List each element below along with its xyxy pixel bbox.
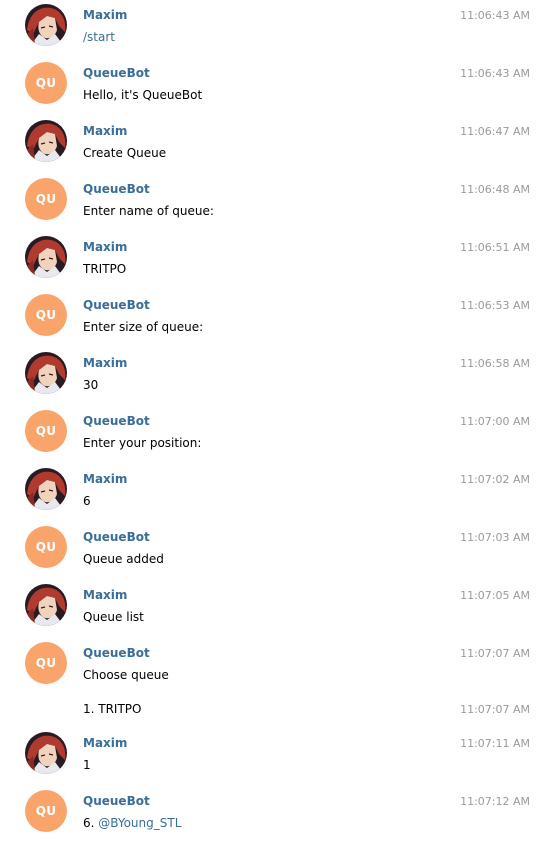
user-avatar[interactable]: [25, 584, 67, 626]
sender-name[interactable]: QueueBot: [83, 414, 150, 428]
message-text: Hello, it's QueueBot: [83, 88, 203, 102]
timestamp: 11:07:05 AM: [460, 589, 530, 602]
message-text: Choose queue: [83, 668, 169, 682]
bot-avatar[interactable]: QU: [25, 642, 67, 684]
message-text[interactable]: /start: [83, 30, 115, 44]
timestamp: 11:07:02 AM: [460, 473, 530, 486]
anime-avatar-icon: [25, 352, 67, 394]
timestamp: 11:06:51 AM: [460, 241, 530, 254]
sender-name[interactable]: Maxim: [83, 588, 127, 602]
bot-initials: QU: [35, 804, 57, 818]
sender-name[interactable]: QueueBot: [83, 298, 150, 312]
sender-name[interactable]: Maxim: [83, 8, 127, 22]
bot-avatar[interactable]: QU: [25, 178, 67, 220]
timestamp: 11:06:43 AM: [460, 67, 530, 80]
message-text: Enter size of queue:: [83, 320, 204, 334]
timestamp: 11:07:07 AM: [460, 647, 530, 660]
message-text: Create Queue: [83, 146, 167, 160]
timestamp: 11:06:58 AM: [460, 357, 530, 370]
username-mention-link[interactable]: @BYoung_STL: [98, 816, 181, 830]
sender-name[interactable]: Maxim: [83, 736, 127, 750]
bot-initials: QU: [35, 424, 57, 438]
bot-avatar[interactable]: QU: [25, 294, 67, 336]
user-avatar[interactable]: [25, 352, 67, 394]
timestamp: 11:07:07 AM: [460, 703, 530, 716]
bot-initials: QU: [35, 192, 57, 206]
message-text: 1. TRITPO: [83, 702, 142, 716]
user-avatar[interactable]: [25, 4, 67, 46]
message-text: 6. @BYoung_STL: [83, 816, 181, 830]
timestamp: 11:07:03 AM: [460, 531, 530, 544]
sender-name[interactable]: QueueBot: [83, 646, 150, 660]
bot-avatar[interactable]: QU: [25, 410, 67, 452]
anime-avatar-icon: [25, 584, 67, 626]
timestamp: 11:06:48 AM: [460, 183, 530, 196]
bot-avatar[interactable]: QU: [25, 526, 67, 568]
bot-initials: QU: [35, 656, 57, 670]
message-text: Enter your position:: [83, 436, 202, 450]
anime-avatar-icon: [25, 120, 67, 162]
message-text: Queue list: [83, 610, 144, 624]
timestamp: 11:07:12 AM: [460, 795, 530, 808]
sender-name[interactable]: Maxim: [83, 472, 127, 486]
bot-avatar[interactable]: QU: [25, 790, 67, 832]
sender-name[interactable]: Maxim: [83, 356, 127, 370]
sender-name[interactable]: Maxim: [83, 124, 127, 138]
bot-avatar[interactable]: QU: [25, 62, 67, 104]
message-text: 6: [83, 494, 91, 508]
message-text: 1: [83, 758, 91, 772]
sender-name[interactable]: QueueBot: [83, 530, 150, 544]
timestamp: 11:07:11 AM: [460, 737, 530, 750]
timestamp: 11:06:47 AM: [460, 125, 530, 138]
bot-initials: QU: [35, 76, 57, 90]
user-avatar[interactable]: [25, 120, 67, 162]
sender-name[interactable]: QueueBot: [83, 66, 150, 80]
anime-avatar-icon: [25, 236, 67, 278]
sender-name[interactable]: Maxim: [83, 240, 127, 254]
message-text: 30: [83, 378, 99, 392]
message-text-prefix: 6.: [83, 816, 99, 830]
user-avatar[interactable]: [25, 732, 67, 774]
sender-name[interactable]: QueueBot: [83, 794, 150, 808]
anime-avatar-icon: [25, 468, 67, 510]
anime-avatar-icon: [25, 4, 67, 46]
sender-name[interactable]: QueueBot: [83, 182, 150, 196]
message-text: Queue added: [83, 552, 164, 566]
timestamp: 11:06:43 AM: [460, 9, 530, 22]
bot-initials: QU: [35, 540, 57, 554]
user-avatar[interactable]: [25, 468, 67, 510]
timestamp: 11:07:00 AM: [460, 415, 530, 428]
anime-avatar-icon: [25, 732, 67, 774]
message-text: TRITPO: [83, 262, 127, 276]
message-text: Enter name of queue:: [83, 204, 214, 218]
user-avatar[interactable]: [25, 236, 67, 278]
bot-initials: QU: [35, 308, 57, 322]
timestamp: 11:06:53 AM: [460, 299, 530, 312]
